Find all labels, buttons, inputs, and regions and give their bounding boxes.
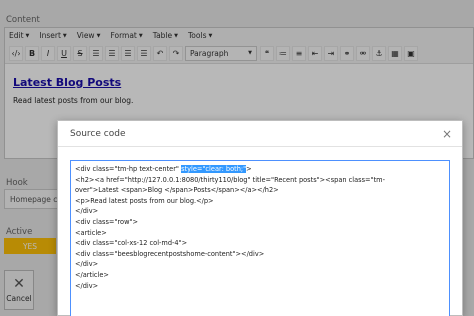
code-text: > bbox=[246, 165, 252, 173]
code-line: <h2><a href="http://127.0.0.1:8080/thirt… bbox=[75, 175, 385, 184]
code-line: <div class="tm-hp text-center" style="cl… bbox=[75, 164, 445, 175]
code-line: </article> bbox=[75, 270, 109, 279]
code-line: <article> bbox=[75, 228, 107, 237]
source-code-textarea[interactable]: <div class="tm-hp text-center" style="cl… bbox=[70, 160, 450, 316]
dialog-header: Source code × bbox=[58, 121, 462, 147]
source-code-dialog: Source code × <div class="tm-hp text-cen… bbox=[57, 120, 463, 316]
code-line: <div class="row"> bbox=[75, 217, 139, 226]
code-line: </div> bbox=[75, 260, 99, 269]
code-line: </div> bbox=[75, 281, 99, 290]
code-line: <div class="beesblogrecentpostshome-cont… bbox=[75, 249, 265, 258]
code-text: <div class="tm-hp text-center" bbox=[75, 165, 182, 173]
dialog-title: Source code bbox=[70, 128, 126, 139]
code-line: <div class="col-xs-12 col-md-4"> bbox=[75, 239, 188, 248]
code-line: </div> bbox=[75, 207, 99, 216]
code-line: over">Latest <span>Blog </span>Posts</sp… bbox=[75, 186, 279, 195]
code-selection: style="clear: both;" bbox=[181, 165, 247, 173]
code-line: <p>Read latest posts from our blog.</p> bbox=[75, 196, 214, 205]
close-icon[interactable]: × bbox=[442, 127, 452, 141]
